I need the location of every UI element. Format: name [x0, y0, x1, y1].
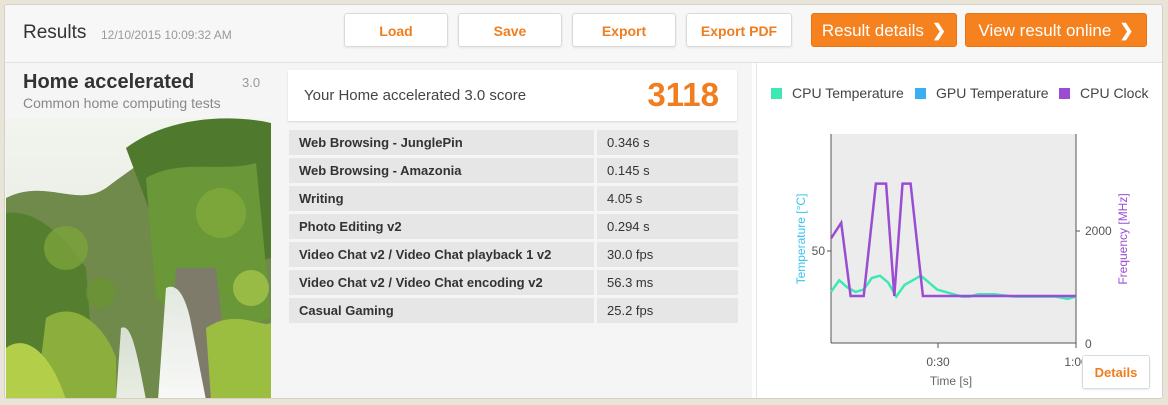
results-window: Results 12/10/2015 10:09:32 AM Load Save…	[4, 4, 1163, 399]
result-value: 4.05 s	[594, 186, 738, 211]
result-details-label: Result details	[821, 21, 924, 40]
left-axis-label: Temperature [°C]	[794, 194, 808, 285]
result-value: 0.346 s	[594, 130, 738, 155]
save-button[interactable]: Save	[458, 13, 562, 47]
result-name: Casual Gaming	[289, 298, 594, 323]
test-description: Common home computing tests	[23, 95, 221, 111]
table-row: Video Chat v2 / Video Chat encoding v2 56…	[289, 270, 738, 295]
result-name: Video Chat v2 / Video Chat playback 1 v2	[289, 242, 594, 267]
result-value: 0.145 s	[594, 158, 738, 183]
table-row: Photo Editing v2 0.294 s	[289, 214, 738, 239]
load-button[interactable]: Load	[344, 13, 448, 47]
right-tick-label: 2000	[1085, 224, 1112, 238]
table-row: Web Browsing - Amazonia 0.145 s	[289, 158, 738, 183]
results-header: Results 12/10/2015 10:09:32 AM Load Save…	[5, 5, 1162, 63]
results-table: Web Browsing - JunglePin 0.346 s Web Brow…	[289, 127, 738, 326]
result-name: Web Browsing - Amazonia	[289, 158, 594, 183]
left-tick-label: 50	[812, 244, 826, 258]
result-value: 0.294 s	[594, 214, 738, 239]
right-axis-label: Frequency [MHz]	[1116, 193, 1130, 284]
result-value: 56.3 ms	[594, 270, 738, 295]
result-name: Video Chat v2 / Video Chat encoding v2	[289, 270, 594, 295]
result-name: Photo Editing v2	[289, 214, 594, 239]
table-row: Casual Gaming 25.2 fps	[289, 298, 738, 323]
result-name: Writing	[289, 186, 594, 211]
test-name: Home accelerated	[23, 71, 195, 93]
table-row: Writing 4.05 s	[289, 186, 738, 211]
monitoring-panel: CPU Temperature GPU Temperature CPU Cloc…	[756, 63, 1162, 398]
score-box: Your Home accelerated 3.0 score 3118	[288, 70, 737, 121]
right-tick-label: 0	[1085, 337, 1092, 351]
result-name: Web Browsing - JunglePin	[289, 130, 594, 155]
page-title: Results	[23, 22, 87, 43]
x-axis-label: Time [s]	[930, 374, 972, 388]
chevron-right-icon: ❯	[931, 21, 947, 40]
plot-area	[831, 134, 1076, 343]
score-value: 3118	[647, 76, 719, 113]
table-row: Web Browsing - JunglePin 0.346 s	[289, 130, 738, 155]
x-tick-label: 0:30	[926, 355, 950, 369]
result-value: 30.0 fps	[594, 242, 738, 267]
view-online-label: View result online	[978, 21, 1112, 40]
test-info-panel: Home accelerated 3.0 Common home computi…	[5, 63, 272, 398]
result-value: 25.2 fps	[594, 298, 738, 323]
score-panel: Your Home accelerated 3.0 score 3118 Web…	[272, 63, 752, 398]
details-button[interactable]: Details	[1082, 355, 1150, 389]
export-pdf-button[interactable]: Export PDF	[686, 13, 792, 47]
result-timestamp: 12/10/2015 10:09:32 AM	[101, 28, 232, 42]
export-button[interactable]: Export	[572, 13, 676, 47]
score-label: Your Home accelerated 3.0 score	[304, 87, 527, 104]
chevron-right-icon: ❯	[1119, 21, 1134, 40]
result-details-button[interactable]: Result details ❯	[811, 13, 957, 47]
test-image	[6, 118, 271, 398]
test-version: 3.0	[242, 75, 261, 90]
monitoring-chart: 50 2000 0 0:30 1:00 Time [s] Temperature…	[794, 134, 1130, 388]
view-result-online-button[interactable]: View result online ❯	[965, 13, 1147, 47]
table-row: Video Chat v2 / Video Chat playback 1 v2…	[289, 242, 738, 267]
